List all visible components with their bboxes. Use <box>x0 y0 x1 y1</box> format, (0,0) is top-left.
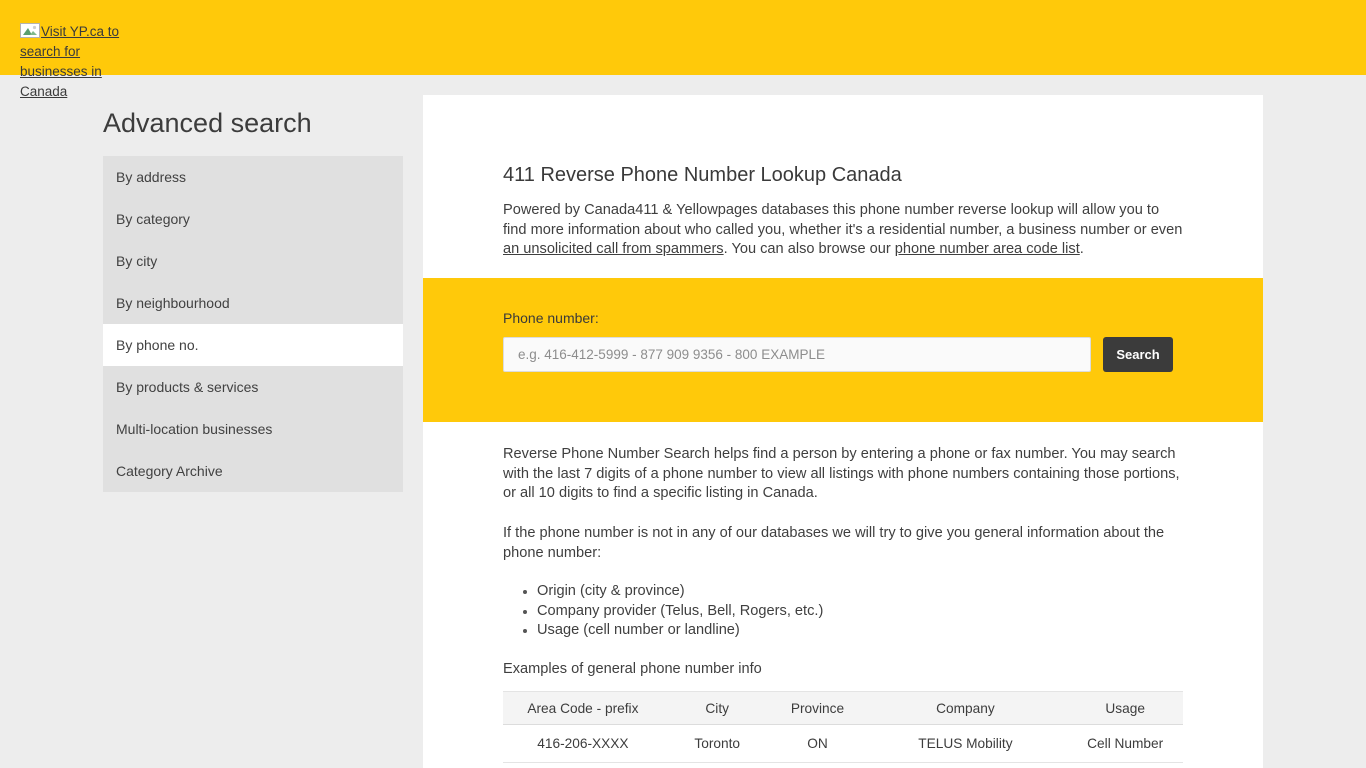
cell-company: TELUS Mobility <box>863 725 1067 763</box>
sidebar-item-by-phone-no[interactable]: By phone no. <box>103 324 403 366</box>
description-paragraph-1: Reverse Phone Number Search helps find a… <box>503 445 1183 504</box>
description-paragraph-2: If the phone number is not in any of our… <box>503 524 1183 563</box>
intro-text-1: Powered by Canada411 & Yellowpages datab… <box>503 202 1182 238</box>
intro-text-2: . You can also browse our <box>724 241 895 257</box>
phone-search-button[interactable]: Search <box>1103 337 1173 372</box>
phone-number-label: Phone number: <box>503 310 599 326</box>
spammers-link[interactable]: an unsolicited call from spammers <box>503 241 724 257</box>
main-heading: 411 Reverse Phone Number Lookup Canada <box>503 164 1183 187</box>
header-province: Province <box>772 692 864 725</box>
main-content-card: 411 Reverse Phone Number Lookup Canada P… <box>423 95 1263 768</box>
table-row: 416-206-XXXX Toronto ON TELUS Mobility C… <box>503 725 1183 763</box>
sidebar-item-category-archive[interactable]: Category Archive <box>103 450 403 492</box>
page-title: Advanced search <box>103 108 312 139</box>
cell-usage: Cell Number <box>1067 725 1183 763</box>
info-bullet-list: Origin (city & province) Company provide… <box>519 582 1183 641</box>
sidebar-item-by-category[interactable]: By category <box>103 198 403 240</box>
phone-number-input[interactable] <box>503 337 1091 372</box>
yp-logo-link[interactable]: Visit YP.ca to search for businesses in … <box>20 22 120 102</box>
sidebar-item-by-city[interactable]: By city <box>103 240 403 282</box>
header-city: City <box>663 692 772 725</box>
bullet-usage: Usage (cell number or landline) <box>519 621 1183 641</box>
sidebar-item-by-products-services[interactable]: By products & services <box>103 366 403 408</box>
phone-lookup-panel: Phone number: Search <box>423 278 1263 422</box>
intro-text-3: . <box>1080 241 1084 257</box>
broken-image-icon <box>20 23 40 38</box>
header-area-code-prefix: Area Code - prefix <box>503 692 663 725</box>
header-company: Company <box>863 692 1067 725</box>
sidebar-item-by-address[interactable]: By address <box>103 156 403 198</box>
cell-area-code: 416-206-XXXX <box>503 725 663 763</box>
bullet-company-provider: Company provider (Telus, Bell, Rogers, e… <box>519 602 1183 622</box>
area-code-list-link[interactable]: phone number area code list <box>895 241 1080 257</box>
intro-paragraph: Powered by Canada411 & Yellowpages datab… <box>503 201 1183 260</box>
examples-caption: Examples of general phone number info <box>503 660 1183 680</box>
header-usage: Usage <box>1067 692 1183 725</box>
table-header-row: Area Code - prefix City Province Company… <box>503 692 1183 725</box>
bullet-origin: Origin (city & province) <box>519 582 1183 602</box>
cell-city: Toronto <box>663 725 772 763</box>
sidebar-item-multi-location[interactable]: Multi-location businesses <box>103 408 403 450</box>
top-header-bar <box>0 0 1366 75</box>
phone-info-table: Area Code - prefix City Province Company… <box>503 691 1183 763</box>
sidebar-item-by-neighbourhood[interactable]: By neighbourhood <box>103 282 403 324</box>
advanced-search-sidebar: By address By category By city By neighb… <box>103 156 403 492</box>
cell-province: ON <box>772 725 864 763</box>
